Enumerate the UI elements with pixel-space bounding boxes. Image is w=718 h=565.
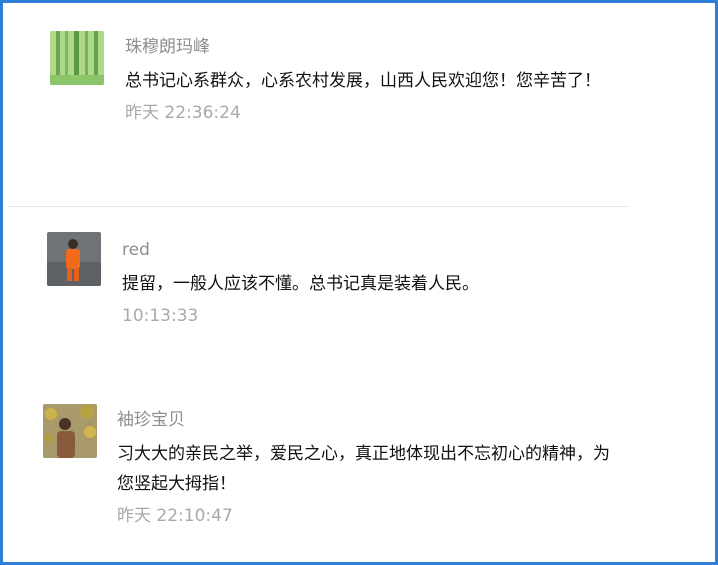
comment-text: 习大大的亲民之举，爱民之心，真正地体现出不忘初心的精神，为您竖起大拇指！ (117, 444, 610, 494)
comment-author[interactable]: red (122, 239, 612, 261)
user-avatar[interactable] (47, 232, 101, 286)
comment-time: 昨天 22:36:24 (125, 103, 241, 123)
comment-time: 10:13:33 (122, 306, 199, 326)
user-avatar[interactable] (43, 404, 97, 458)
comment-author[interactable]: 袖珍宝贝 (117, 409, 612, 431)
comment-text: 总书记心系群众，心系农村发展，山西人民欢迎您！您辛苦了！ (125, 71, 601, 91)
bamboo-forest-avatar-icon (50, 31, 104, 85)
comment-divider (8, 206, 629, 207)
comment-time: 昨天 22:10:47 (117, 506, 233, 526)
woman-flowers-avatar-icon (43, 404, 97, 458)
comment-author[interactable]: 珠穆朗玛峰 (125, 36, 615, 58)
comment-text: 提留，一般人应该不懂。总书记真是装着人民。 (122, 274, 479, 294)
person-orange-coat-avatar-icon (47, 232, 101, 286)
comments-panel: 珠穆朗玛峰 总书记心系群众，心系农村发展，山西人民欢迎您！您辛苦了！ 昨天 22… (0, 0, 718, 565)
user-avatar[interactable] (50, 31, 104, 85)
